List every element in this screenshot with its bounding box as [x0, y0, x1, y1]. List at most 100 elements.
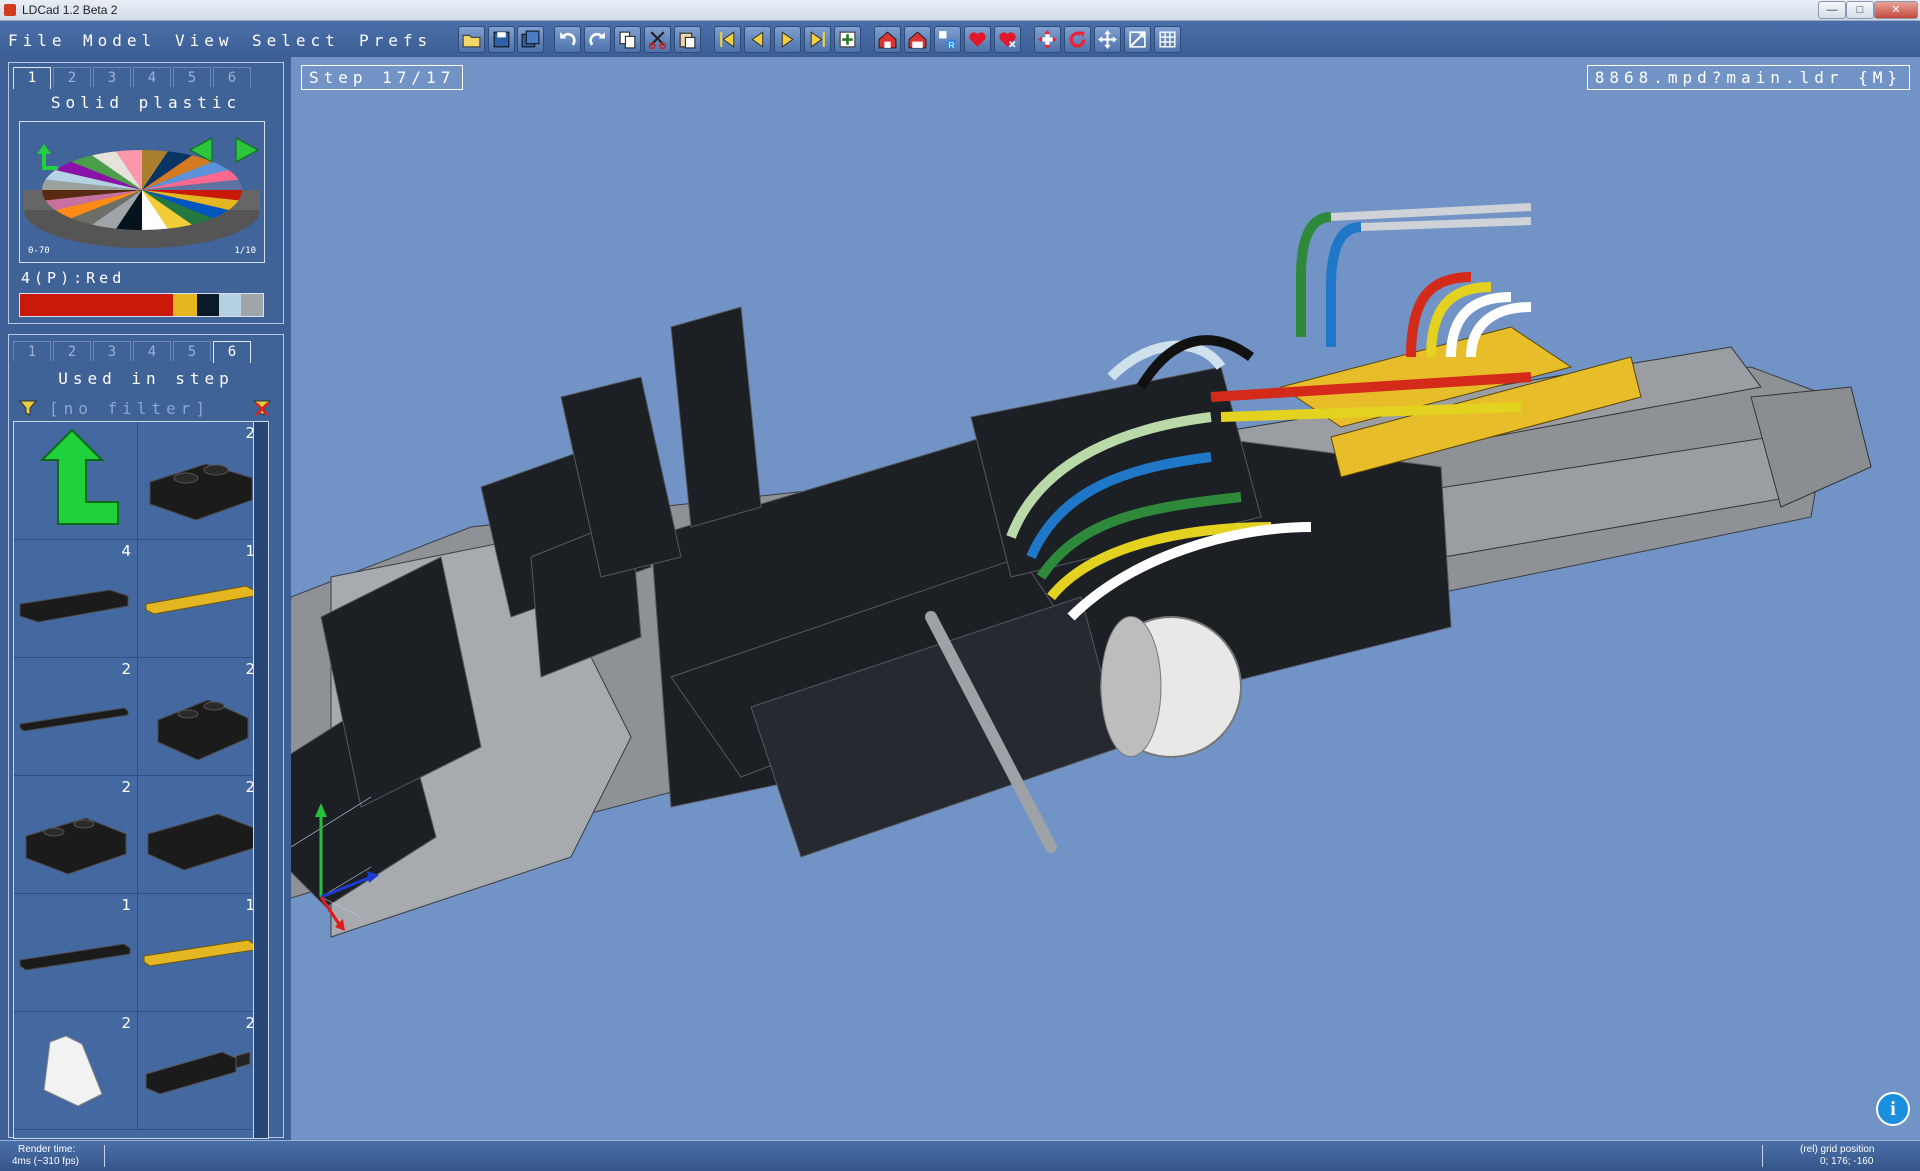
part-cell[interactable]: 2 [14, 658, 138, 776]
swatch-red[interactable] [20, 294, 173, 316]
status-divider [1762, 1145, 1763, 1167]
color-range-left: 0-70 [28, 246, 50, 256]
next-page-icon [235, 137, 260, 163]
parts-tab-3[interactable]: 3 [93, 341, 131, 361]
move-icon[interactable] [1034, 26, 1061, 53]
close-button[interactable]: ✕ [1874, 1, 1918, 19]
part-thumbnail [19, 589, 129, 623]
rotate-icon[interactable] [1064, 26, 1091, 53]
menu-select[interactable]: Select [252, 31, 340, 50]
next-step-icon[interactable] [774, 26, 801, 53]
part-thumbnail [147, 813, 255, 871]
save-icon[interactable] [488, 26, 515, 53]
swatch-light-blue[interactable] [219, 294, 241, 316]
color-tab-1[interactable]: 1 [13, 67, 51, 89]
part-cell[interactable]: 2 [138, 658, 262, 776]
save-all-icon[interactable] [517, 26, 544, 53]
part-cell[interactable]: 2 [138, 1012, 262, 1130]
color-tab-4[interactable]: 4 [133, 67, 171, 87]
svg-text:R: R [949, 40, 955, 50]
home-add-icon[interactable] [904, 26, 931, 53]
part-thumbnail [19, 943, 131, 971]
swatch-yellow[interactable] [173, 294, 197, 316]
app-logo-icon [4, 4, 16, 16]
part-cell[interactable]: 4 [14, 540, 138, 658]
part-cell[interactable]: 2 [138, 776, 262, 894]
filter-input[interactable]: [no filter] [49, 399, 210, 418]
parts-tab-6[interactable]: 6 [213, 341, 251, 363]
status-divider [104, 1145, 105, 1167]
scale-icon[interactable] [1124, 26, 1151, 53]
parts-tab-4[interactable]: 4 [133, 341, 171, 361]
color-tab-2[interactable]: 2 [53, 67, 91, 87]
part-thumbnail [157, 699, 249, 761]
step-indicator[interactable]: Step 17/17 [301, 65, 464, 90]
parts-scrollbar[interactable] [253, 422, 268, 1138]
swatch-black[interactable] [197, 294, 219, 316]
maximize-button[interactable]: □ [1846, 1, 1874, 19]
undo-icon[interactable] [554, 26, 581, 53]
menu-bar: File Model View Select Prefs R [0, 21, 1920, 55]
color-page-indicator: 1/10 [234, 246, 256, 256]
favorite-icon[interactable] [964, 26, 991, 53]
model-file-label[interactable]: 8868.mpd?main.ldr {M} [1586, 65, 1910, 90]
menu-file[interactable]: File [8, 31, 67, 50]
color-group-title: Solid plastic [50, 93, 242, 112]
color-pie-selector[interactable]: 0-70 1/10 [19, 121, 265, 263]
pan-icon[interactable] [1094, 26, 1121, 53]
parts-group-title: Used in step [58, 369, 234, 388]
menu-prefs[interactable]: Prefs [359, 31, 432, 50]
grid-position-value: 0; 176; -160 [1820, 1156, 1874, 1167]
info-icon[interactable]: i [1876, 1092, 1910, 1126]
parts-bin-panel: 1 2 3 4 5 6 Used in step [no filter] 2 4 [8, 334, 284, 1139]
redo-icon[interactable] [584, 26, 611, 53]
part-thumbnail [149, 463, 253, 521]
favorite-remove-icon[interactable] [994, 26, 1021, 53]
rotate-group-icon[interactable]: R [934, 26, 961, 53]
part-cell[interactable]: 2 [14, 1012, 138, 1130]
home-group-icon[interactable] [874, 26, 901, 53]
part-thumbnail [145, 585, 255, 615]
part-cell[interactable]: 1 [14, 894, 138, 1012]
part-thumbnail [145, 1051, 251, 1095]
render-time-label: Render time: [18, 1144, 76, 1155]
first-step-icon[interactable] [714, 26, 741, 53]
swatch-grey[interactable] [241, 294, 263, 316]
parts-tab-2[interactable]: 2 [53, 341, 91, 361]
last-step-icon[interactable] [804, 26, 831, 53]
color-bin-panel: 1 2 3 4 5 6 Solid plastic 0-70 1/10 4(P)… [8, 62, 284, 324]
cut-icon[interactable] [644, 26, 671, 53]
parts-tab-5[interactable]: 5 [173, 341, 211, 361]
paste-icon[interactable] [674, 26, 701, 53]
color-tab-3[interactable]: 3 [93, 67, 131, 87]
title-bar: LDCad 1.2 Beta 2 — □ ✕ [0, 0, 1920, 21]
parts-tab-1[interactable]: 1 [13, 341, 51, 361]
open-icon[interactable] [458, 26, 485, 53]
menu-view[interactable]: View [175, 31, 234, 50]
clear-filter-icon[interactable] [253, 399, 271, 417]
copy-icon[interactable] [614, 26, 641, 53]
3d-viewport[interactable]: Step 17/17 8868.mpd?main.ldr {M} i [291, 57, 1920, 1140]
add-step-icon[interactable] [834, 26, 861, 53]
part-thumbnail [43, 1035, 103, 1107]
prev-step-icon[interactable] [744, 26, 771, 53]
group-up-arrow-icon [39, 428, 119, 525]
color-tab-5[interactable]: 5 [173, 67, 211, 87]
filter-icon[interactable] [19, 399, 37, 417]
status-bar: Render time: 4ms (~310 fps) (rel) grid p… [0, 1140, 1920, 1171]
part-thumbnail [25, 817, 127, 875]
render-time-value: 4ms (~310 fps) [12, 1156, 79, 1167]
recent-colors [19, 293, 264, 317]
part-cell-up[interactable] [14, 422, 138, 540]
part-cell[interactable]: 1 [138, 894, 262, 1012]
part-cell[interactable]: 2 [138, 422, 262, 540]
color-tab-6[interactable]: 6 [213, 67, 251, 87]
model-render[interactable] [291, 57, 1920, 1140]
part-cell[interactable]: 2 [14, 776, 138, 894]
menu-model[interactable]: Model [83, 31, 156, 50]
part-cell[interactable]: 1 [138, 540, 262, 658]
minimize-button[interactable]: — [1818, 1, 1846, 19]
color-pie[interactable] [20, 122, 264, 262]
window-title: LDCad 1.2 Beta 2 [22, 3, 118, 17]
grid-icon[interactable] [1154, 26, 1181, 53]
